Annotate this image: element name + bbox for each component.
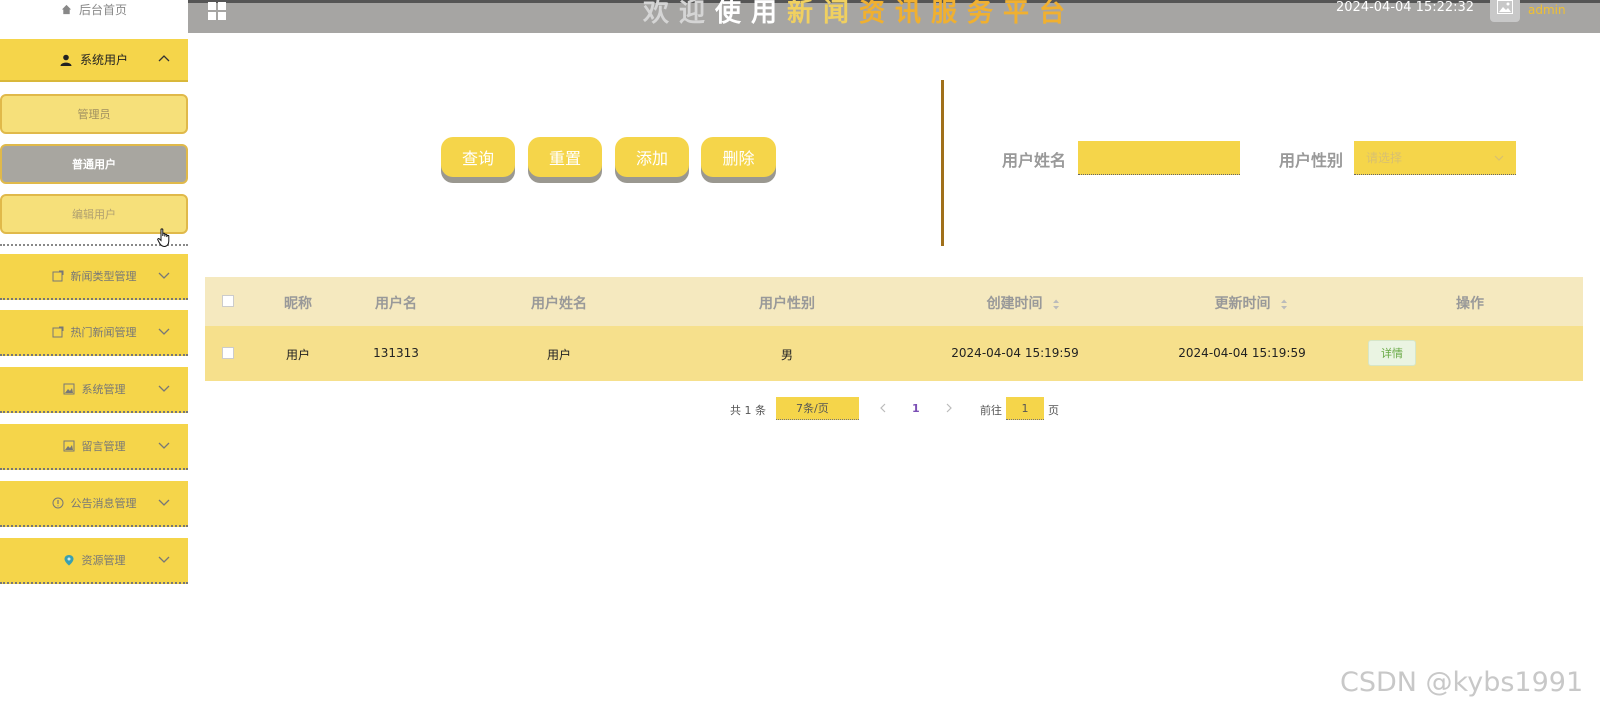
pagination-goto-suffix: 页 xyxy=(1048,404,1059,417)
name-filter-label: 用户姓名 xyxy=(1002,151,1067,170)
chevron-down-icon[interactable] xyxy=(158,556,170,564)
sort-icon[interactable] xyxy=(1280,299,1287,310)
name-filter-input[interactable] xyxy=(1078,141,1240,175)
pagination-current-page[interactable]: 1 xyxy=(912,402,920,415)
pagination-total: 共 1 条 xyxy=(730,404,766,417)
row-checkbox[interactable] xyxy=(222,347,234,359)
sidebar: 后台首页 系统用户 管理员 普通用户 编辑用户 新闻类型管理 热门新闻管理 系统… xyxy=(0,0,188,713)
sidebar-subitem-label: 普通用户 xyxy=(72,158,116,171)
top-header: 欢迎使用新闻资讯服务平台 2024-04-04 15:22:32 admin xyxy=(188,0,1600,33)
table-header: 昵称 用户名 用户姓名 用户性别 创建时间 更新时间 操作 xyxy=(205,277,1583,326)
watermark: CSDN @kybs1991 xyxy=(1340,667,1584,698)
grid-menu-icon[interactable] xyxy=(208,2,226,20)
reset-button[interactable]: 重置 xyxy=(528,137,602,177)
sidebar-menu-label: 留言管理 xyxy=(81,440,126,453)
table-row: 用户 131313 用户 男 2024-04-04 15:19:59 2024-… xyxy=(205,326,1583,381)
image-icon xyxy=(63,440,74,452)
chevron-down-icon[interactable] xyxy=(158,499,170,507)
chevron-up-icon[interactable] xyxy=(158,54,170,62)
header-datetime: 2024-04-04 15:22:32 xyxy=(1336,0,1475,15)
info-icon xyxy=(52,497,63,509)
sort-icon[interactable] xyxy=(1052,299,1059,310)
chevron-down-icon[interactable] xyxy=(158,272,170,280)
column-header-actions: 操作 xyxy=(1456,296,1484,312)
page-size-select[interactable]: 7条/页 xyxy=(776,397,859,420)
chevron-down-icon[interactable] xyxy=(158,385,170,393)
sidebar-menu-label: 资源管理 xyxy=(81,554,126,567)
sidebar-menu-label: 公告消息管理 xyxy=(70,497,137,510)
cell-username: 131313 xyxy=(373,346,419,360)
sidebar-subitem-regular-users[interactable]: 普通用户 xyxy=(0,144,188,184)
location-pin-icon xyxy=(64,555,73,566)
user-icon xyxy=(60,54,72,66)
sidebar-menu-system-management[interactable]: 系统管理 xyxy=(0,367,188,413)
column-header-created[interactable]: 创建时间 xyxy=(987,293,1060,313)
chevron-down-icon[interactable] xyxy=(158,442,170,450)
sidebar-subitem-admin[interactable]: 管理员 xyxy=(0,94,188,134)
sidebar-menu-label: 热门新闻管理 xyxy=(70,326,137,339)
add-button[interactable]: 添加 xyxy=(615,137,689,177)
cell-updated: 2024-04-04 15:19:59 xyxy=(1178,346,1306,360)
home-icon xyxy=(61,4,72,14)
hand-cursor-icon xyxy=(157,228,170,248)
document-icon xyxy=(52,270,63,282)
sidebar-item-label: 后台首页 xyxy=(78,2,127,17)
chevron-down-icon xyxy=(1494,155,1504,161)
select-all-checkbox[interactable] xyxy=(222,295,234,307)
sidebar-subitem-label: 编辑用户 xyxy=(72,208,116,221)
column-header-label: 更新时间 xyxy=(1214,296,1271,312)
sidebar-menu-label: 系统用户 xyxy=(79,53,128,67)
cell-gender: 男 xyxy=(780,348,794,362)
next-page-icon[interactable] xyxy=(946,403,952,413)
cell-created: 2024-04-04 15:19:59 xyxy=(951,346,1079,360)
sidebar-menu-message-management[interactable]: 留言管理 xyxy=(0,424,188,470)
query-button[interactable]: 查询 xyxy=(441,137,515,177)
column-header-username[interactable]: 用户名 xyxy=(375,293,417,313)
column-header-updated[interactable]: 更新时间 xyxy=(1215,293,1288,313)
cell-nickname: 用户 xyxy=(285,348,311,362)
sidebar-menu-resources[interactable]: 资源管理 xyxy=(0,538,188,584)
detail-button[interactable]: 详情 xyxy=(1368,340,1416,366)
divider xyxy=(941,80,944,246)
sidebar-menu-news-types[interactable]: 新闻类型管理 xyxy=(0,254,188,300)
pagination-goto-label: 前往 xyxy=(980,404,1002,417)
sidebar-menu-system-users[interactable]: 系统用户 xyxy=(0,39,188,82)
sidebar-menu-announcements[interactable]: 公告消息管理 xyxy=(0,481,188,527)
sidebar-subitem-label: 管理员 xyxy=(77,108,111,121)
sidebar-menu-label: 新闻类型管理 xyxy=(70,270,137,283)
sidebar-item-home[interactable]: 后台首页 xyxy=(0,0,188,24)
column-header-label: 创建时间 xyxy=(986,296,1043,312)
sidebar-menu-label: 系统管理 xyxy=(81,383,126,396)
column-header-nickname[interactable]: 昵称 xyxy=(284,293,312,313)
column-header-gender[interactable]: 用户性别 xyxy=(759,293,815,313)
avatar[interactable] xyxy=(1490,0,1520,22)
sidebar-menu-hot-news[interactable]: 热门新闻管理 xyxy=(0,310,188,356)
header-username[interactable]: admin xyxy=(1528,3,1566,17)
document-icon xyxy=(52,326,63,338)
prev-page-icon[interactable] xyxy=(880,403,886,413)
delete-button[interactable]: 删除 xyxy=(701,137,776,177)
gender-select-placeholder: 请选择 xyxy=(1366,151,1403,165)
app-root: 后台首页 系统用户 管理员 普通用户 编辑用户 新闻类型管理 热门新闻管理 系统… xyxy=(0,0,1600,713)
column-header-realname[interactable]: 用户姓名 xyxy=(531,293,587,313)
gender-filter-select[interactable]: 请选择 xyxy=(1354,141,1516,175)
image-placeholder-icon xyxy=(1497,0,1513,14)
page-title: 欢迎使用新闻资讯服务平台 xyxy=(643,0,1076,28)
cell-realname: 用户 xyxy=(546,348,572,362)
image-icon xyxy=(63,383,74,395)
gender-filter-label: 用户性别 xyxy=(1279,151,1344,170)
chevron-down-icon[interactable] xyxy=(158,328,170,336)
pagination-goto-input[interactable]: 1 xyxy=(1006,397,1044,420)
